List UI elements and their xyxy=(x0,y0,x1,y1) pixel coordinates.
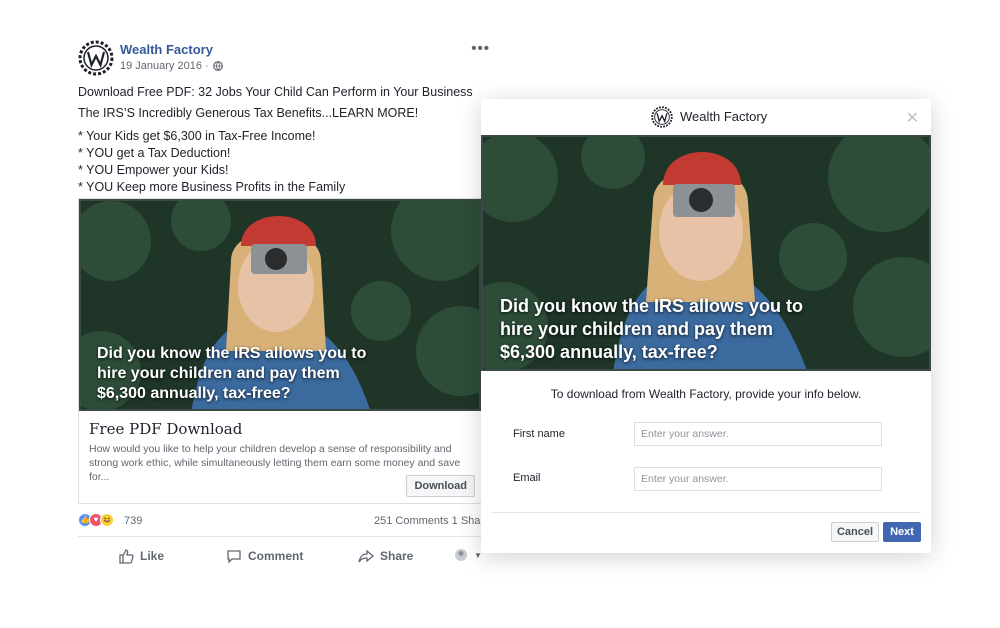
comment-button[interactable]: Comment xyxy=(226,548,303,564)
reaction-selector[interactable]: ▼ xyxy=(454,548,482,562)
share-icon xyxy=(358,549,374,563)
more-dots-icon[interactable]: ••• xyxy=(471,40,490,57)
comment-label: Comment xyxy=(248,549,304,563)
divider xyxy=(78,536,482,537)
close-icon[interactable]: ✕ xyxy=(906,108,919,128)
post-text: Download Free PDF: 32 Jobs Your Child Ca… xyxy=(78,84,490,196)
modal-title: Wealth Factory xyxy=(680,109,768,124)
modal-image: Did you know the IRS allows you to hire … xyxy=(481,135,931,371)
reaction-count[interactable]: 739 xyxy=(124,515,142,527)
haha-reaction-icon: 😆 xyxy=(100,513,114,527)
globe-icon xyxy=(212,61,223,71)
bullet-item: * Your Kids get $6,300 in Tax-Free Incom… xyxy=(78,129,316,143)
facebook-post: Wealth Factory 19 January 2016 · ••• Dow… xyxy=(78,38,490,564)
card-body[interactable]: Free PDF Download How would you like to … xyxy=(79,411,481,503)
first-name-label: First name xyxy=(513,428,565,440)
card-image[interactable]: Did you know the IRS allows you to hire … xyxy=(79,199,481,411)
reactions-bar: 👍 ♥ 😆 739 251 Comments 1 Shar xyxy=(78,512,484,530)
like-button[interactable]: Like xyxy=(118,548,164,564)
post-text-line: Download Free PDF: 32 Jobs Your Child Ca… xyxy=(78,85,473,99)
reaction-icons[interactable]: 👍 ♥ 😆 xyxy=(78,513,114,527)
cancel-button[interactable]: Cancel xyxy=(831,522,879,542)
first-name-input[interactable] xyxy=(634,422,882,446)
bullet-item: * YOU Keep more Business Profits in the … xyxy=(78,180,346,194)
ad-card[interactable]: Did you know the IRS allows you to hire … xyxy=(78,198,482,504)
lead-form-modal: Wealth Factory ✕ Did you know the IRS al… xyxy=(481,99,931,553)
card-title[interactable]: Free PDF Download xyxy=(89,420,473,438)
post-date-text: 19 January 2016 · xyxy=(120,60,209,72)
comments-shares-count[interactable]: 251 Comments 1 Shar xyxy=(374,515,484,527)
page-name-link[interactable]: Wealth Factory xyxy=(120,42,213,57)
bullet-item: * YOU get a Tax Deduction! xyxy=(78,146,231,160)
thumbs-up-icon xyxy=(119,549,134,564)
post-bullets: * Your Kids get $6,300 in Tax-Free Incom… xyxy=(78,128,490,196)
post-actions: Like Comment Share ▼ xyxy=(78,546,490,568)
modal-instruction: To download from Wealth Factory, provide… xyxy=(550,387,862,401)
modal-image-caption: Did you know the IRS allows you to hire … xyxy=(500,296,804,362)
bullet-item: * YOU Empower your Kids! xyxy=(78,163,229,177)
comment-icon xyxy=(227,550,241,564)
post-header: Wealth Factory 19 January 2016 · ••• xyxy=(78,38,490,78)
post-date[interactable]: 19 January 2016 · xyxy=(120,60,223,72)
wealth-factory-logo-icon[interactable] xyxy=(78,40,114,76)
email-input[interactable] xyxy=(634,467,882,491)
share-label: Share xyxy=(380,549,414,563)
download-button[interactable]: Download xyxy=(406,475,475,497)
next-button[interactable]: Next xyxy=(883,522,921,542)
profile-avatar-icon xyxy=(455,549,467,561)
wealth-factory-logo-icon xyxy=(651,106,673,128)
email-label: Email xyxy=(513,472,541,484)
modal-header: Wealth Factory ✕ xyxy=(481,99,931,135)
post-text-line: The IRS’S Incredibly Generous Tax Benefi… xyxy=(78,106,419,120)
modal-divider xyxy=(491,512,921,513)
like-label: Like xyxy=(140,549,165,563)
share-button[interactable]: Share xyxy=(358,548,413,564)
card-image-caption: Did you know the IRS allows you to hire … xyxy=(97,345,367,402)
